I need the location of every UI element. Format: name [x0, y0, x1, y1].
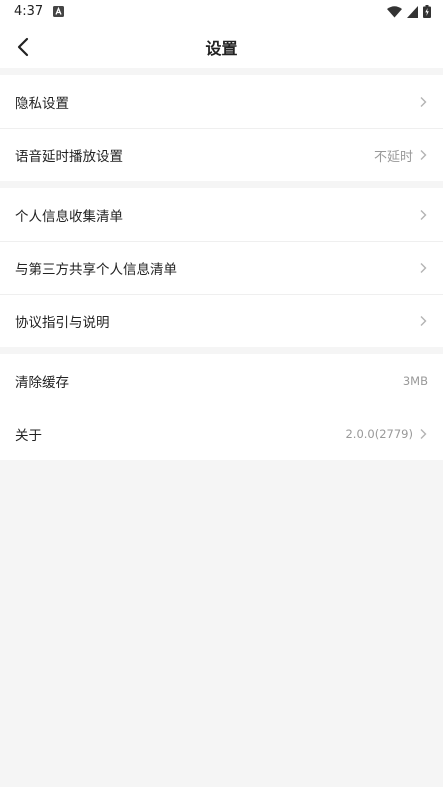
personal-info-collection-item[interactable]: 个人信息收集清单 [0, 188, 443, 241]
header-bar: 设置 [0, 24, 443, 68]
settings-group-personal-info: 个人信息收集清单 与第三方共享个人信息清单 协议指引与说明 [0, 188, 443, 347]
cache-size-value: 3MB [402, 373, 428, 388]
voice-delay-setting-item[interactable]: 语音延时播放设置 不延时 [0, 128, 443, 181]
chevron-right-icon [420, 316, 427, 326]
agreement-guide-label: 协议指引与说明 [15, 315, 110, 331]
status-bar: 4:37 [0, 0, 443, 24]
clear-cache-label: 清除缓存 [15, 374, 69, 391]
chevron-right-icon [420, 150, 427, 160]
voice-delay-value: 不延时 [373, 149, 413, 165]
third-party-sharing-item[interactable]: 与第三方共享个人信息清单 [0, 241, 443, 294]
battery-charging-icon [423, 5, 431, 18]
privacy-settings-item[interactable]: 隐私设置 [0, 75, 443, 128]
settings-group-app: 清除缓存 3MB 关于 2.0.0(2779) [0, 354, 443, 460]
privacy-settings-label: 隐私设置 [15, 95, 69, 112]
chevron-right-icon [420, 209, 427, 220]
wifi-icon [387, 5, 402, 17]
app-version-value: 2.0.0(2779) [345, 426, 413, 441]
chevron-right-icon [420, 96, 427, 107]
chevron-right-icon [420, 428, 427, 439]
agreement-guide-item[interactable]: 协议指引与说明 [0, 294, 443, 347]
notification-a-icon [53, 6, 64, 17]
page-title: 设置 [205, 39, 238, 58]
voice-delay-label: 语音延时播放设置 [15, 149, 123, 165]
personal-info-collection-label: 个人信息收集清单 [15, 208, 123, 225]
signal-icon [407, 5, 418, 18]
clear-cache-item[interactable]: 清除缓存 3MB [0, 354, 443, 407]
about-item[interactable]: 关于 2.0.0(2779) [0, 407, 443, 460]
settings-group-privacy: 隐私设置 语音延时播放设置 不延时 [0, 75, 443, 181]
status-time: 4:37 [14, 4, 44, 19]
chevron-right-icon [420, 263, 427, 273]
third-party-sharing-label: 与第三方共享个人信息清单 [15, 262, 177, 278]
status-icons [387, 5, 431, 18]
about-label: 关于 [15, 427, 42, 444]
